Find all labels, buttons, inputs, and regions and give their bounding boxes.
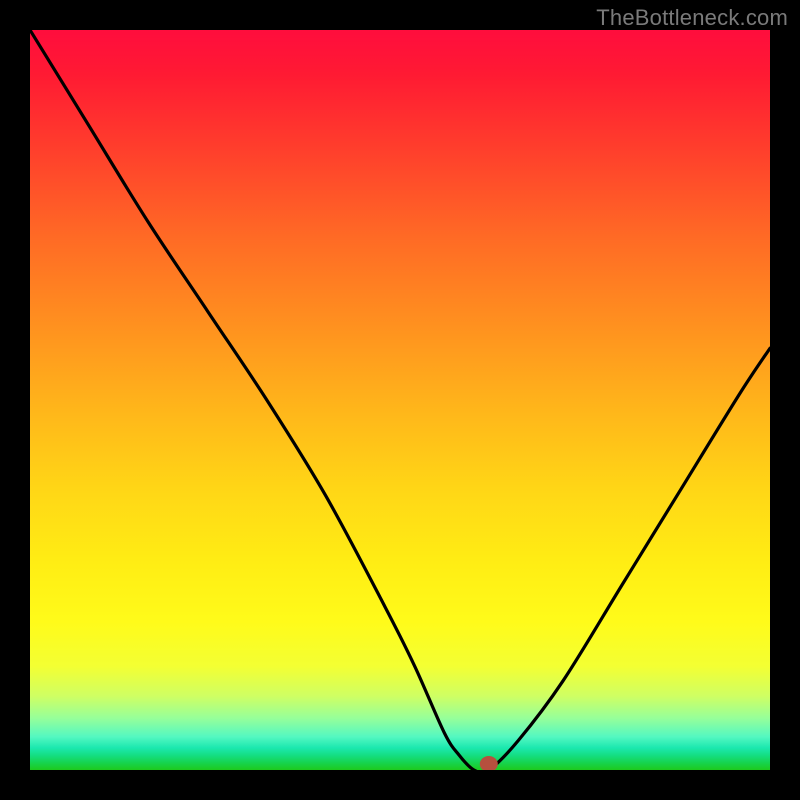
bottleneck-curve <box>30 30 770 770</box>
optimum-marker <box>480 756 498 770</box>
watermark-text: TheBottleneck.com <box>596 5 788 31</box>
plot-area <box>30 30 770 770</box>
chart-frame: TheBottleneck.com <box>0 0 800 800</box>
chart-svg <box>30 30 770 770</box>
